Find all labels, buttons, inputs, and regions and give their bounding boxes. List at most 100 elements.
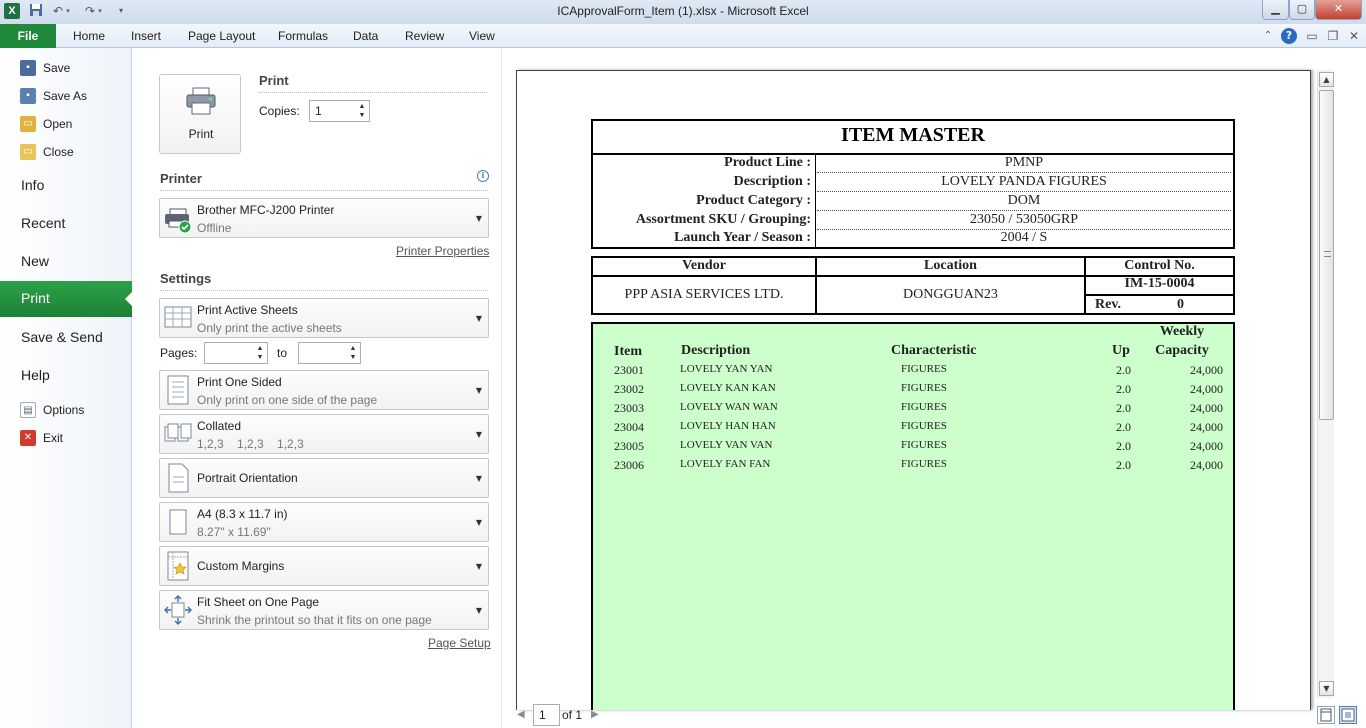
nav-open[interactable]: ▭ Open bbox=[20, 114, 72, 134]
nav-help[interactable]: Help bbox=[21, 367, 50, 383]
nav-close[interactable]: ▭ Close bbox=[20, 142, 74, 162]
margins-dropdown[interactable]: Custom Margins ▼ bbox=[159, 546, 489, 586]
print-what-dropdown[interactable]: Print Active Sheets Only print the activ… bbox=[159, 298, 489, 338]
tab-formulas[interactable]: Formulas bbox=[278, 29, 328, 43]
orientation-dropdown[interactable]: Portrait Orientation ▼ bbox=[159, 458, 489, 498]
print-button[interactable]: Print bbox=[159, 74, 241, 154]
location-header: Location bbox=[924, 258, 977, 273]
fit-sheet-icon bbox=[164, 595, 192, 625]
item-characteristic: FIGURES bbox=[901, 439, 947, 451]
backstage-nav: ▪ Save ▪ Save As ▭ Open ▭ Close Info Rec… bbox=[0, 48, 133, 728]
save-icon: ▪ bbox=[20, 60, 36, 76]
sided-title: Print One Sided bbox=[197, 375, 282, 389]
description-header: Description bbox=[681, 343, 751, 358]
pages-label: Pages: bbox=[160, 346, 198, 360]
tab-page-layout[interactable]: Page Layout bbox=[188, 29, 255, 43]
copies-label: Copies: bbox=[259, 104, 300, 118]
maximize-button[interactable]: ▢ bbox=[1289, 0, 1315, 20]
item-item: 23002 bbox=[614, 382, 644, 396]
pages-from-up-icon[interactable]: ▲ bbox=[255, 344, 265, 353]
options-icon: ▤ bbox=[20, 402, 36, 418]
paper-size-dropdown[interactable]: A4 (8.3 x 11.7 in) 8.27" x 11.69" ▼ bbox=[159, 502, 489, 542]
undo-dropdown-icon[interactable]: ▾ bbox=[64, 3, 72, 19]
pages-to-stepper[interactable]: ▲ ▼ bbox=[298, 342, 361, 364]
pages-to-up-icon[interactable]: ▲ bbox=[348, 344, 358, 353]
customize-icon[interactable]: ▾ bbox=[116, 3, 126, 19]
window-title: ICApprovalForm_Item (1).xlsx - Microsoft… bbox=[557, 4, 809, 18]
chevron-down-icon: ▼ bbox=[475, 474, 483, 483]
nav-print[interactable]: Print bbox=[0, 281, 133, 317]
copies-down-icon[interactable]: ▼ bbox=[357, 111, 367, 120]
tab-review[interactable]: Review bbox=[405, 29, 444, 43]
paper-size-title: A4 (8.3 x 11.7 in) bbox=[197, 507, 288, 521]
tab-file[interactable]: File bbox=[0, 24, 56, 48]
sided-dropdown[interactable]: Print One Sided Only print on one side o… bbox=[159, 370, 489, 410]
item-description: LOVELY FAN FAN bbox=[680, 458, 771, 470]
save-icon[interactable] bbox=[28, 3, 44, 19]
nav-info[interactable]: Info bbox=[21, 177, 44, 193]
collate-dropdown[interactable]: Collated 1,2,3 1,2,3 1,2,3 ▼ bbox=[159, 414, 489, 454]
rev-value: 0 bbox=[1177, 297, 1184, 312]
tab-insert[interactable]: Insert bbox=[131, 29, 161, 43]
help-icon[interactable]: ? bbox=[1281, 28, 1297, 44]
preview-page: ITEM MASTER Product Line : PMNP Descript… bbox=[516, 70, 1311, 710]
collate-title: Collated bbox=[197, 419, 242, 433]
copies-stepper[interactable]: 1 ▲ ▼ bbox=[309, 100, 370, 122]
minimize-ribbon-icon[interactable]: ⌃ bbox=[1260, 28, 1276, 44]
redo-dropdown-icon[interactable]: ▾ bbox=[96, 3, 104, 19]
printer-properties-link[interactable]: Printer Properties bbox=[396, 244, 489, 258]
minimize-button[interactable]: ▁ bbox=[1262, 0, 1289, 20]
pages-from-down-icon[interactable]: ▼ bbox=[255, 353, 265, 362]
workbook-minimize-icon[interactable]: ▭ bbox=[1304, 28, 1320, 44]
page-count: of 1 bbox=[562, 708, 583, 722]
nav-save[interactable]: ▪ Save bbox=[20, 58, 70, 78]
print-settings-panel: Print Print Copies: 1 ▲ ▼ Printer i Brot… bbox=[132, 48, 502, 728]
close-folder-icon: ▭ bbox=[20, 144, 36, 160]
printer-dropdown[interactable]: Brother MFC-J200 Printer Offline ▼ bbox=[159, 198, 489, 238]
scroll-down-icon[interactable]: ▼ bbox=[1319, 681, 1334, 696]
chevron-down-icon: ▼ bbox=[475, 214, 483, 223]
nav-save-as[interactable]: ▪ Save As bbox=[20, 86, 87, 106]
pages-to-down-icon[interactable]: ▼ bbox=[348, 353, 358, 362]
fields-column-divider bbox=[815, 153, 816, 247]
preview-scrollbar[interactable]: ▲ ▼ bbox=[1317, 70, 1334, 698]
nav-save-as-label: Save As bbox=[43, 89, 88, 103]
item-item: 23004 bbox=[614, 420, 644, 434]
page-navigator: ◀ 1 of 1 ▶ bbox=[503, 704, 1366, 728]
printer-status: Offline bbox=[197, 221, 232, 235]
nav-options[interactable]: ▤ Options bbox=[20, 400, 84, 420]
copies-up-icon[interactable]: ▲ bbox=[357, 102, 367, 111]
show-margins-icon[interactable] bbox=[1317, 706, 1335, 724]
tab-home[interactable]: Home bbox=[73, 29, 105, 43]
excel-app-icon[interactable]: X bbox=[4, 3, 20, 19]
nav-save-send[interactable]: Save & Send bbox=[21, 329, 103, 345]
item-capacity: 24,000 bbox=[1190, 439, 1223, 453]
page-setup-link[interactable]: Page Setup bbox=[428, 636, 491, 650]
field-label: Product Category : bbox=[696, 193, 811, 208]
item-header: Item bbox=[614, 344, 642, 359]
close-button[interactable]: ✕ bbox=[1315, 0, 1362, 20]
workbook-close-icon[interactable]: ✕ bbox=[1346, 28, 1362, 44]
next-page-icon[interactable]: ▶ bbox=[591, 709, 599, 720]
item-description: LOVELY HAN HAN bbox=[680, 420, 776, 432]
scaling-dropdown[interactable]: Fit Sheet on One Page Shrink the printou… bbox=[159, 590, 489, 630]
scroll-thumb[interactable] bbox=[1319, 90, 1334, 420]
tab-data[interactable]: Data bbox=[353, 29, 378, 43]
nav-exit[interactable]: ✕ Exit bbox=[20, 428, 63, 448]
nav-recent[interactable]: Recent bbox=[21, 215, 65, 231]
zoom-to-page-icon[interactable] bbox=[1339, 706, 1357, 724]
printer-info-icon[interactable]: i bbox=[477, 170, 489, 182]
item-description: LOVELY WAN WAN bbox=[680, 401, 778, 413]
workbook-restore-icon[interactable]: ❐ bbox=[1325, 28, 1341, 44]
page-number-input[interactable]: 1 bbox=[533, 704, 560, 726]
open-folder-icon: ▭ bbox=[20, 116, 36, 132]
nav-new[interactable]: New bbox=[21, 253, 49, 269]
pages-from-stepper[interactable]: ▲ ▼ bbox=[204, 342, 268, 364]
item-characteristic: FIGURES bbox=[901, 363, 947, 375]
scroll-up-icon[interactable]: ▲ bbox=[1319, 72, 1334, 87]
exit-icon: ✕ bbox=[20, 430, 36, 446]
tab-view[interactable]: View bbox=[469, 29, 495, 43]
item-item: 23003 bbox=[614, 401, 644, 415]
previous-page-icon[interactable]: ◀ bbox=[517, 709, 525, 720]
field-value: DOM bbox=[1007, 193, 1041, 208]
